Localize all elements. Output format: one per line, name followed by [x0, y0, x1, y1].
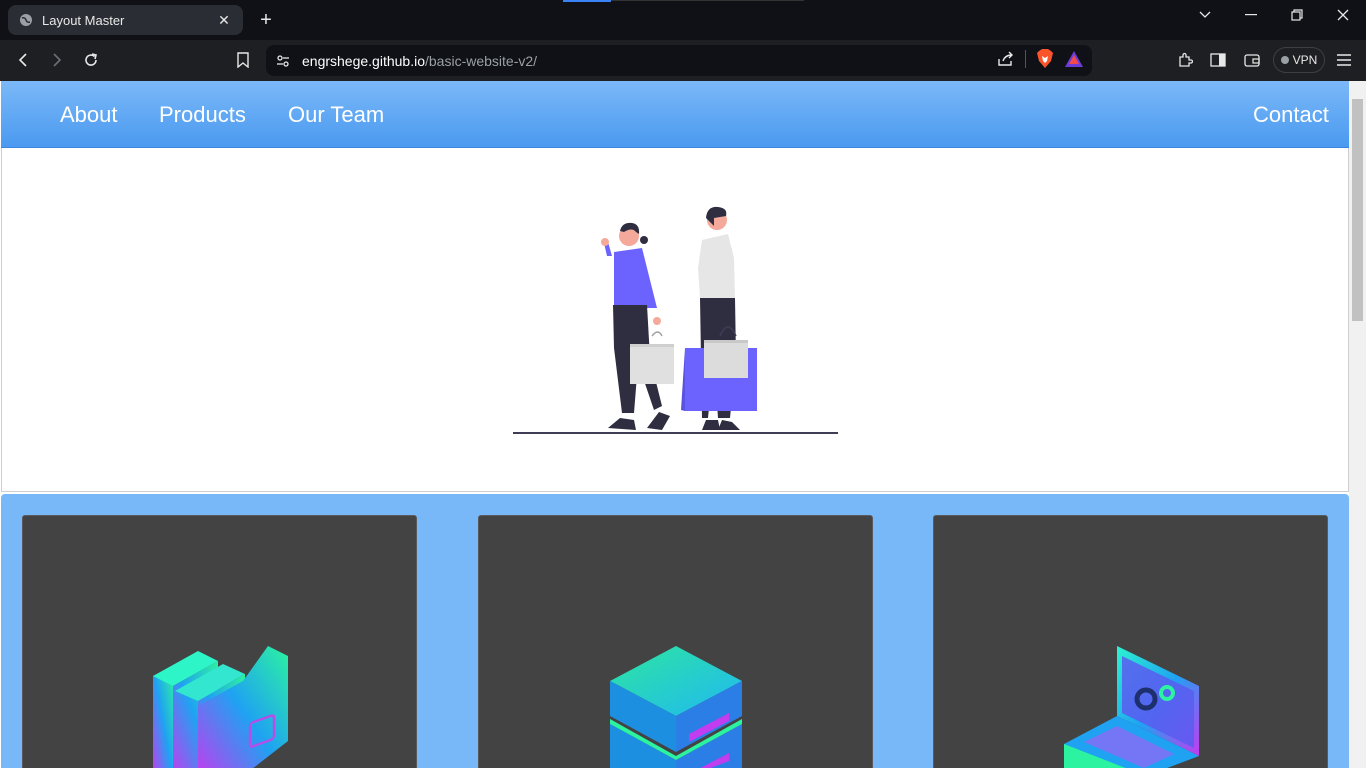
minimize-icon[interactable] — [1228, 0, 1274, 30]
brave-shields-icon[interactable] — [1036, 49, 1054, 69]
globe-icon — [18, 12, 34, 28]
address-bar[interactable]: engrshege.github.io/basic-website-v2/ — [266, 45, 1092, 76]
product-card[interactable] — [933, 515, 1328, 768]
menu-icon[interactable] — [1331, 48, 1357, 72]
folders-icon — [153, 646, 288, 768]
vpn-label: VPN — [1292, 53, 1318, 67]
brave-rewards-icon[interactable] — [1064, 50, 1084, 68]
url-host: engrshege.github.io — [302, 52, 425, 69]
product-card[interactable] — [22, 515, 417, 768]
hero-section — [1, 148, 1349, 492]
server-icon — [610, 646, 742, 768]
page-scrollbar[interactable] — [1349, 81, 1366, 768]
nav-link-about[interactable]: About — [60, 102, 118, 128]
browser-tab-bar: Layout Master ✕ + — [0, 0, 1366, 40]
url-path: /basic-website-v2/ — [425, 52, 538, 69]
extensions-icon[interactable] — [1172, 48, 1198, 72]
tab-strip-line — [611, 0, 804, 1]
site-settings-icon[interactable] — [276, 54, 290, 68]
new-tab-button[interactable]: + — [255, 9, 277, 31]
sidebar-icon[interactable] — [1205, 48, 1231, 72]
browser-toolbar: engrshege.github.io/basic-website-v2/ VP… — [0, 40, 1366, 81]
close-tab-icon[interactable]: ✕ — [215, 11, 233, 29]
forward-icon[interactable] — [44, 48, 70, 72]
products-section — [1, 494, 1349, 768]
scrollbar-thumb[interactable] — [1352, 99, 1363, 321]
laptop-settings-icon — [1064, 646, 1199, 768]
share-icon[interactable] — [997, 51, 1015, 67]
bookmark-icon[interactable] — [230, 48, 256, 72]
reload-icon[interactable] — [78, 48, 104, 72]
wallet-icon[interactable] — [1239, 48, 1265, 72]
nav-link-contact[interactable]: Contact — [1253, 102, 1329, 128]
product-card[interactable] — [478, 515, 873, 768]
tab-title: Layout Master — [42, 12, 125, 28]
shopping-couple-illustration — [513, 206, 838, 434]
tab-strip-indicator — [563, 0, 611, 2]
vpn-button[interactable]: VPN — [1273, 47, 1325, 73]
site-navbar: About Products Our Team Contact — [1, 81, 1349, 148]
vpn-status-icon — [1280, 56, 1289, 64]
nav-link-products[interactable]: Products — [159, 102, 246, 128]
page-viewport: About Products Our Team Contact — [0, 81, 1366, 768]
nav-link-our-team[interactable]: Our Team — [288, 102, 384, 128]
back-icon[interactable] — [10, 48, 36, 72]
browser-tab[interactable]: Layout Master ✕ — [8, 5, 243, 35]
close-window-icon[interactable] — [1320, 0, 1366, 30]
tab-search-icon[interactable] — [1182, 0, 1228, 30]
restore-icon[interactable] — [1274, 0, 1320, 30]
